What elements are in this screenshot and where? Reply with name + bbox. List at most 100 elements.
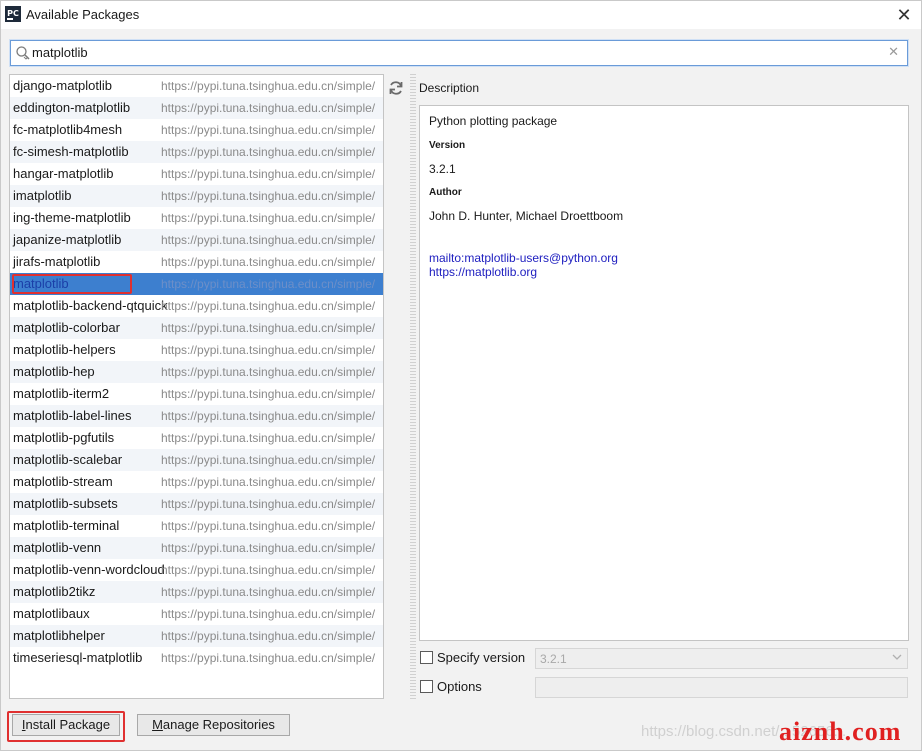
package-repo-url: https://pypi.tuna.tsinghua.edu.cn/simple… <box>161 387 376 401</box>
package-row[interactable]: matplotlibaux https://pypi.tuna.tsinghua.… <box>10 603 383 625</box>
specify-version-label: Specify version <box>437 650 526 665</box>
install-annotation-box <box>7 711 125 742</box>
version-select-value: 3.2.1 <box>540 652 567 666</box>
package-name: matplotlib-scalebar <box>13 452 123 467</box>
homepage-link[interactable]: https://matplotlib.org <box>429 265 537 279</box>
manage-button-label: anage Repositories <box>162 717 275 732</box>
package-row[interactable]: matplotlibhelper https://pypi.tuna.tsingh… <box>10 625 383 647</box>
clear-search-icon[interactable]: ✕ <box>888 44 899 60</box>
package-repo-url: https://pypi.tuna.tsinghua.edu.cn/simple… <box>161 585 376 599</box>
manage-repositories-button[interactable]: Manage Repositories <box>137 714 290 736</box>
package-row[interactable]: matplotlib-venn https://pypi.tuna.tsinghu… <box>10 537 383 559</box>
package-name: imatplotlib <box>13 188 72 203</box>
package-repo-url: https://pypi.tuna.tsinghua.edu.cn/simple… <box>161 563 376 577</box>
package-name: jirafs-matplotlib <box>13 254 101 269</box>
package-repo-url: https://pypi.tuna.tsinghua.edu.cn/simple… <box>161 277 376 291</box>
package-row[interactable]: imatplotlib https://pypi.tuna.tsinghua.ed… <box>10 185 383 207</box>
mailing-list-link[interactable]: mailto:matplotlib-users@python.org <box>429 251 618 265</box>
title-bar: PC Available Packages ✕ <box>1 1 921 29</box>
options-input[interactable] <box>535 677 908 698</box>
package-repo-url: https://pypi.tuna.tsinghua.edu.cn/simple… <box>161 431 376 445</box>
description-panel: Python plotting package Version 3.2.1 Au… <box>419 105 909 641</box>
package-row[interactable]: timeseriesql-matplotlib https://pypi.tuna… <box>10 647 383 669</box>
package-name: matplotlibaux <box>13 606 90 621</box>
package-row[interactable]: matplotlib-pgfutils https://pypi.tuna.tsi… <box>10 427 383 449</box>
package-list[interactable]: django-matplotlib https://pypi.tuna.tsing… <box>9 74 384 699</box>
panel-splitter[interactable] <box>410 74 416 699</box>
package-repo-url: https://pypi.tuna.tsinghua.edu.cn/simple… <box>161 629 376 643</box>
package-row[interactable]: matplotlib-terminal https://pypi.tuna.tsi… <box>10 515 383 537</box>
version-value: 3.2.1 <box>429 162 456 176</box>
package-name: matplotlib-label-lines <box>13 408 132 423</box>
search-input[interactable]: matplotlib ✕ <box>10 40 908 66</box>
specify-version-checkbox[interactable] <box>420 651 433 664</box>
options-checkbox[interactable] <box>420 680 433 693</box>
package-repo-url: https://pypi.tuna.tsinghua.edu.cn/simple… <box>161 497 376 511</box>
package-name: matplotlib-terminal <box>13 518 120 533</box>
author-value: John D. Hunter, Michael Droettboom <box>429 209 624 223</box>
package-row-selected[interactable]: matplotlib https://pypi.tuna.tsinghua.edu… <box>10 273 383 295</box>
package-row[interactable]: django-matplotlib https://pypi.tuna.tsing… <box>10 75 383 97</box>
package-repo-url: https://pypi.tuna.tsinghua.edu.cn/simple… <box>161 145 376 159</box>
close-icon[interactable]: ✕ <box>893 4 915 26</box>
package-name: matplotlib-iterm2 <box>13 386 110 401</box>
package-name: japanize-matplotlib <box>13 232 122 247</box>
package-row[interactable]: matplotlib-helpers https://pypi.tuna.tsin… <box>10 339 383 361</box>
package-repo-url: https://pypi.tuna.tsinghua.edu.cn/simple… <box>161 475 376 489</box>
package-row[interactable]: hangar-matplotlib https://pypi.tuna.tsing… <box>10 163 383 185</box>
package-repo-url: https://pypi.tuna.tsinghua.edu.cn/simple… <box>161 519 376 533</box>
search-icon <box>16 46 30 60</box>
package-name: django-matplotlib <box>13 78 113 93</box>
package-row[interactable]: jirafs-matplotlib https://pypi.tuna.tsing… <box>10 251 383 273</box>
package-row[interactable]: matplotlib-iterm2 https://pypi.tuna.tsing… <box>10 383 383 405</box>
package-row[interactable]: matplotlib-scalebar https://pypi.tuna.tsi… <box>10 449 383 471</box>
package-row[interactable]: matplotlib2tikz https://pypi.tuna.tsinghu… <box>10 581 383 603</box>
package-repo-url: https://pypi.tuna.tsinghua.edu.cn/simple… <box>161 79 376 93</box>
package-name: fc-simesh-matplotlib <box>13 144 129 159</box>
package-name: matplotlib-backend-qtquick <box>13 298 168 313</box>
package-name: fc-matplotlib4mesh <box>13 122 123 137</box>
package-row[interactable]: matplotlib-hep https://pypi.tuna.tsinghua… <box>10 361 383 383</box>
package-row[interactable]: matplotlib-colorbar https://pypi.tuna.tsi… <box>10 317 383 339</box>
package-repo-url: https://pypi.tuna.tsinghua.edu.cn/simple… <box>161 101 376 115</box>
package-row[interactable]: matplotlib-venn-wordcloud https://pypi.tu… <box>10 559 383 581</box>
package-name: ing-theme-matplotlib <box>13 210 131 225</box>
package-row[interactable]: ing-theme-matplotlib https://pypi.tuna.ts… <box>10 207 383 229</box>
package-repo-url: https://pypi.tuna.tsinghua.edu.cn/simple… <box>161 409 376 423</box>
package-row[interactable]: fc-matplotlib4mesh https://pypi.tuna.tsin… <box>10 119 383 141</box>
refresh-icon[interactable] <box>387 79 405 97</box>
package-row[interactable]: fc-simesh-matplotlib https://pypi.tuna.ts… <box>10 141 383 163</box>
package-name: matplotlib-hep <box>13 364 95 379</box>
package-name: eddington-matplotlib <box>13 100 131 115</box>
package-repo-url: https://pypi.tuna.tsinghua.edu.cn/simple… <box>161 255 376 269</box>
package-summary: Python plotting package <box>429 114 558 128</box>
package-row[interactable]: matplotlib-backend-qtquick https://pypi.t… <box>10 295 383 317</box>
chevron-down-icon <box>892 654 902 660</box>
package-name: matplotlib-helpers <box>13 342 116 357</box>
description-label: Description <box>419 81 480 95</box>
manage-button-mnemonic: M <box>152 717 163 732</box>
package-repo-url: https://pypi.tuna.tsinghua.edu.cn/simple… <box>161 607 376 621</box>
package-name: matplotlib-pgfutils <box>13 430 115 445</box>
package-name: timeseriesql-matplotlib <box>13 650 143 665</box>
package-repo-url: https://pypi.tuna.tsinghua.edu.cn/simple… <box>161 167 376 181</box>
selected-annotation-box <box>12 274 132 294</box>
author-heading: Author <box>429 187 462 198</box>
available-packages-dialog: PC Available Packages ✕ matplotlib ✕ dja… <box>0 0 922 751</box>
package-repo-url: https://pypi.tuna.tsinghua.edu.cn/simple… <box>161 123 376 137</box>
package-row[interactable]: matplotlib-subsets https://pypi.tuna.tsin… <box>10 493 383 515</box>
package-row[interactable]: eddington-matplotlib https://pypi.tuna.ts… <box>10 97 383 119</box>
package-name: hangar-matplotlib <box>13 166 114 181</box>
package-repo-url: https://pypi.tuna.tsinghua.edu.cn/simple… <box>161 299 376 313</box>
package-row[interactable]: matplotlib-label-lines https://pypi.tuna.… <box>10 405 383 427</box>
package-row[interactable]: matplotlib-stream https://pypi.tuna.tsing… <box>10 471 383 493</box>
package-name: matplotlib-venn-wordcloud <box>13 562 165 577</box>
package-repo-url: https://pypi.tuna.tsinghua.edu.cn/simple… <box>161 343 376 357</box>
package-row[interactable]: japanize-matplotlib https://pypi.tuna.tsi… <box>10 229 383 251</box>
package-repo-url: https://pypi.tuna.tsinghua.edu.cn/simple… <box>161 453 376 467</box>
package-repo-url: https://pypi.tuna.tsinghua.edu.cn/simple… <box>161 189 376 203</box>
package-repo-url: https://pypi.tuna.tsinghua.edu.cn/simple… <box>161 321 376 335</box>
version-select[interactable]: 3.2.1 <box>535 648 908 669</box>
package-name: matplotlib-venn <box>13 540 102 555</box>
package-name: matplotlib-subsets <box>13 496 118 511</box>
